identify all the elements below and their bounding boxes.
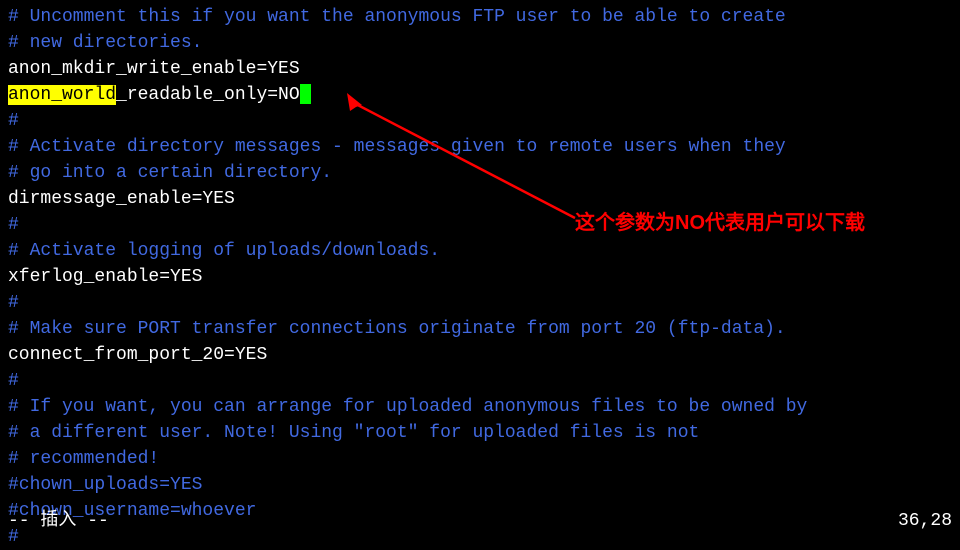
cursor-position: 36,28 [898, 508, 952, 534]
code-line: #chown_uploads=YES [8, 472, 952, 498]
code-line: dirmessage_enable=YES [8, 186, 952, 212]
code-line: # Activate directory messages - messages… [8, 134, 952, 160]
code-line: xferlog_enable=YES [8, 264, 952, 290]
code-line: # new directories. [8, 30, 952, 56]
code-line: # If you want, you can arrange for uploa… [8, 394, 952, 420]
code-line: # recommended! [8, 446, 952, 472]
code-line: # Make sure PORT transfer connections or… [8, 316, 952, 342]
code-line: # [8, 368, 952, 394]
code-line: # Uncomment this if you want the anonymo… [8, 4, 952, 30]
code-line-current: anon_world_readable_only=NO [8, 82, 952, 108]
annotation-text: 这个参数为NO代表用户可以下载 [575, 210, 865, 236]
vim-status-bar: -- 插入 -- 36,28 [8, 508, 952, 534]
code-line: # [8, 108, 952, 134]
search-highlight: anon_world [8, 85, 116, 105]
vim-mode: -- 插入 -- [8, 508, 109, 534]
code-line: # a different user. Note! Using "root" f… [8, 420, 952, 446]
code-line: # go into a certain directory. [8, 160, 952, 186]
cursor [300, 84, 311, 104]
code-line: anon_mkdir_write_enable=YES [8, 56, 952, 82]
editor-content[interactable]: # Uncomment this if you want the anonymo… [8, 4, 952, 550]
code-line: # Activate logging of uploads/downloads. [8, 238, 952, 264]
code-line: # [8, 290, 952, 316]
code-line: connect_from_port_20=YES [8, 342, 952, 368]
